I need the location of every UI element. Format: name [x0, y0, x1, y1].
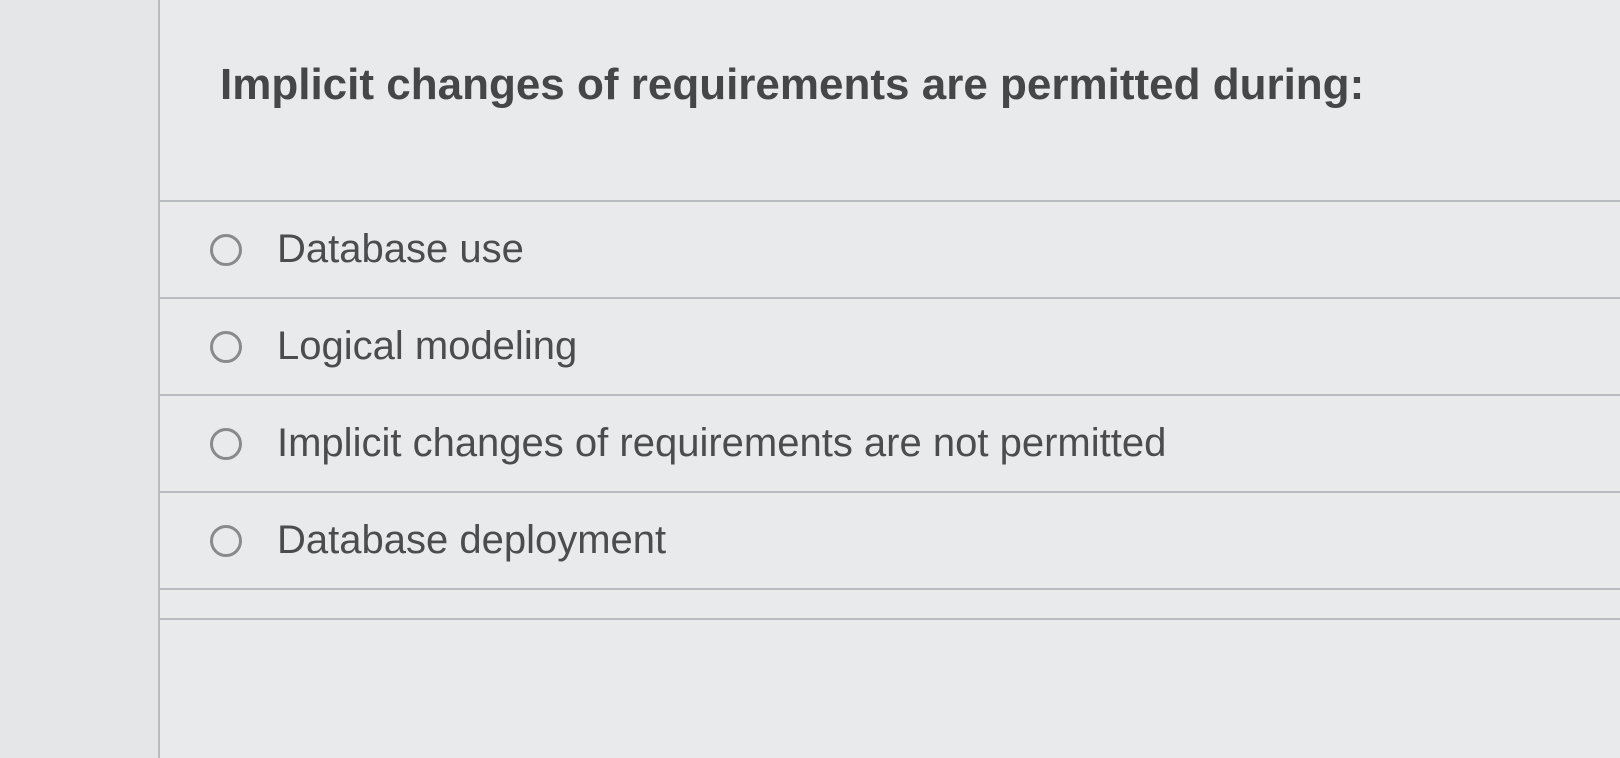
option-label: Logical modeling: [277, 324, 577, 369]
content-area: Implicit changes of requirements are per…: [160, 0, 1620, 758]
option-row[interactable]: Logical modeling: [160, 299, 1620, 396]
radio-icon[interactable]: [210, 331, 242, 363]
radio-icon[interactable]: [210, 428, 242, 460]
option-label: Database use: [277, 227, 524, 272]
option-row[interactable]: Database use: [160, 202, 1620, 299]
quiz-container: Implicit changes of requirements are per…: [0, 0, 1620, 758]
options-list: Database use Logical modeling Implicit c…: [160, 200, 1620, 590]
option-label: Database deployment: [277, 518, 666, 563]
radio-icon[interactable]: [210, 234, 242, 266]
left-margin: [0, 0, 160, 758]
radio-icon[interactable]: [210, 525, 242, 557]
option-label: Implicit changes of requirements are not…: [277, 421, 1166, 466]
question-text: Implicit changes of requirements are per…: [220, 60, 1580, 110]
option-row[interactable]: Database deployment: [160, 493, 1620, 590]
question-section: Implicit changes of requirements are per…: [160, 0, 1620, 200]
bottom-spacer: [160, 590, 1620, 620]
option-row[interactable]: Implicit changes of requirements are not…: [160, 396, 1620, 493]
